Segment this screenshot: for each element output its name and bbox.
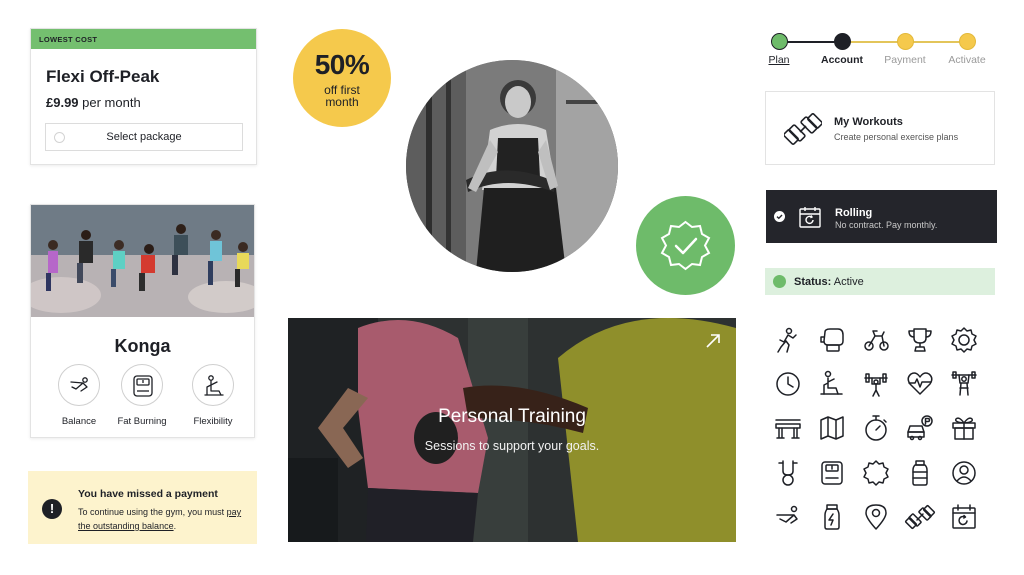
class-name: Konga bbox=[114, 336, 171, 356]
kettlebell-grip-icon bbox=[778, 460, 798, 486]
stopwatch-icon bbox=[865, 415, 887, 441]
feature-label: Flexibility bbox=[193, 416, 233, 427]
verified-seal bbox=[636, 196, 735, 295]
external-arrow-icon bbox=[706, 334, 720, 348]
scale-icon bbox=[821, 461, 843, 485]
boxing-figure-icon bbox=[777, 327, 797, 353]
step-dot-activate[interactable] bbox=[959, 33, 976, 50]
clock-icon bbox=[776, 372, 800, 396]
training-photo bbox=[406, 60, 618, 272]
status-text: Status: Active bbox=[794, 276, 864, 288]
feature-flexibility: Flexibility bbox=[178, 364, 248, 427]
package-title: Flexi Off-Peak bbox=[46, 67, 160, 86]
missed-payment-alert: ! You have missed a payment To continue … bbox=[28, 471, 257, 544]
step-label-activate[interactable]: Activate bbox=[937, 54, 997, 66]
feature-fat-burning: Fat Burning bbox=[107, 364, 177, 427]
workouts-title: My Workouts bbox=[834, 116, 903, 128]
status-badge: Status: Active bbox=[765, 268, 995, 295]
icon-set bbox=[775, 327, 977, 530]
dumbbell-icon bbox=[904, 504, 936, 530]
car-parking-icon bbox=[907, 415, 933, 441]
progress-stepper: Plan Account Payment Activate bbox=[766, 30, 996, 70]
alert-text: To continue using the gym, you must pay … bbox=[78, 505, 253, 533]
rolling-option[interactable]: Rolling No contract. Pay monthly. bbox=[766, 190, 997, 243]
user-circle-icon bbox=[952, 461, 976, 485]
yoga-figure-icon bbox=[776, 505, 798, 524]
alert-title: You have missed a payment bbox=[78, 488, 218, 500]
calendar-renew-icon bbox=[952, 504, 976, 529]
check-icon bbox=[774, 211, 785, 222]
select-package-button[interactable]: Select package bbox=[45, 123, 243, 151]
calendar-renew-icon bbox=[799, 207, 821, 228]
package-card: LOWEST COST Flexi Off-Peak £9.99 per mon… bbox=[30, 28, 257, 165]
balance-icon bbox=[58, 364, 100, 406]
stretching-figure-icon bbox=[820, 370, 843, 395]
pt-title: Personal Training bbox=[438, 406, 586, 427]
rolling-title: Rolling bbox=[835, 207, 873, 219]
personal-training-card[interactable]: Personal Training Sessions to support yo… bbox=[288, 318, 736, 542]
icon-grid bbox=[764, 322, 1004, 540]
water-bottle-icon bbox=[912, 460, 928, 486]
radio-icon[interactable] bbox=[54, 132, 65, 143]
weightlifter-icon bbox=[951, 371, 977, 396]
step-label-plan[interactable]: Plan bbox=[749, 54, 809, 66]
package-price: £9.99 per month bbox=[46, 95, 141, 110]
status-label: Status: bbox=[794, 276, 832, 288]
dumbbell-icon bbox=[784, 113, 822, 145]
promo-badge: 50% off first month bbox=[293, 29, 391, 127]
step-dot-plan[interactable] bbox=[771, 33, 788, 50]
alert-icon: ! bbox=[42, 499, 62, 519]
training-photo bbox=[288, 318, 736, 542]
price-suffix: per month bbox=[78, 95, 141, 110]
lowest-cost-tag: LOWEST COST bbox=[31, 29, 256, 49]
step-dot-payment[interactable] bbox=[897, 33, 914, 50]
promo-line-2: month bbox=[325, 95, 359, 109]
verified-badge-icon bbox=[863, 460, 889, 486]
location-pin-icon bbox=[865, 504, 887, 530]
rolling-subtitle: No contract. Pay monthly. bbox=[835, 220, 938, 230]
scale-icon bbox=[121, 364, 163, 406]
energy-drink-icon bbox=[824, 504, 840, 530]
step-label-account[interactable]: Account bbox=[812, 54, 872, 66]
feature-label: Balance bbox=[61, 416, 97, 427]
trophy-icon bbox=[908, 328, 932, 352]
weightlifting-icon bbox=[864, 373, 888, 397]
feature-balance: Balance bbox=[44, 364, 114, 427]
exercise-bike-icon bbox=[864, 330, 889, 351]
status-value: Active bbox=[831, 276, 864, 288]
gift-icon bbox=[952, 417, 976, 440]
heart-rate-icon bbox=[907, 372, 933, 395]
step-dot-account[interactable] bbox=[834, 33, 851, 50]
workouts-subtitle: Create personal exercise plans bbox=[834, 132, 959, 142]
select-package-label: Select package bbox=[106, 131, 182, 143]
pt-subtitle: Sessions to support your goals. bbox=[424, 439, 600, 453]
promo-text: off first month bbox=[293, 84, 391, 108]
class-card[interactable]: Konga Balance Fat Burning Flexibility bbox=[30, 204, 255, 438]
bench-icon bbox=[775, 419, 801, 439]
class-photo bbox=[31, 205, 254, 317]
boxing-glove-icon bbox=[820, 328, 844, 352]
alert-period: . bbox=[173, 521, 177, 531]
step-label-payment[interactable]: Payment bbox=[875, 54, 935, 66]
status-dot bbox=[773, 275, 786, 288]
feature-label: Fat Burning bbox=[117, 416, 167, 427]
stretching-figure-icon bbox=[192, 364, 234, 406]
price-amount: £9.99 bbox=[46, 95, 79, 110]
promo-percent: 50% bbox=[314, 49, 370, 80]
map-icon bbox=[820, 416, 844, 440]
my-workouts-card[interactable]: My Workouts Create personal exercise pla… bbox=[765, 91, 995, 165]
alert-body: To continue using the gym, you must bbox=[78, 507, 227, 517]
verified-badge-icon bbox=[660, 220, 711, 271]
medal-icon bbox=[951, 327, 977, 353]
